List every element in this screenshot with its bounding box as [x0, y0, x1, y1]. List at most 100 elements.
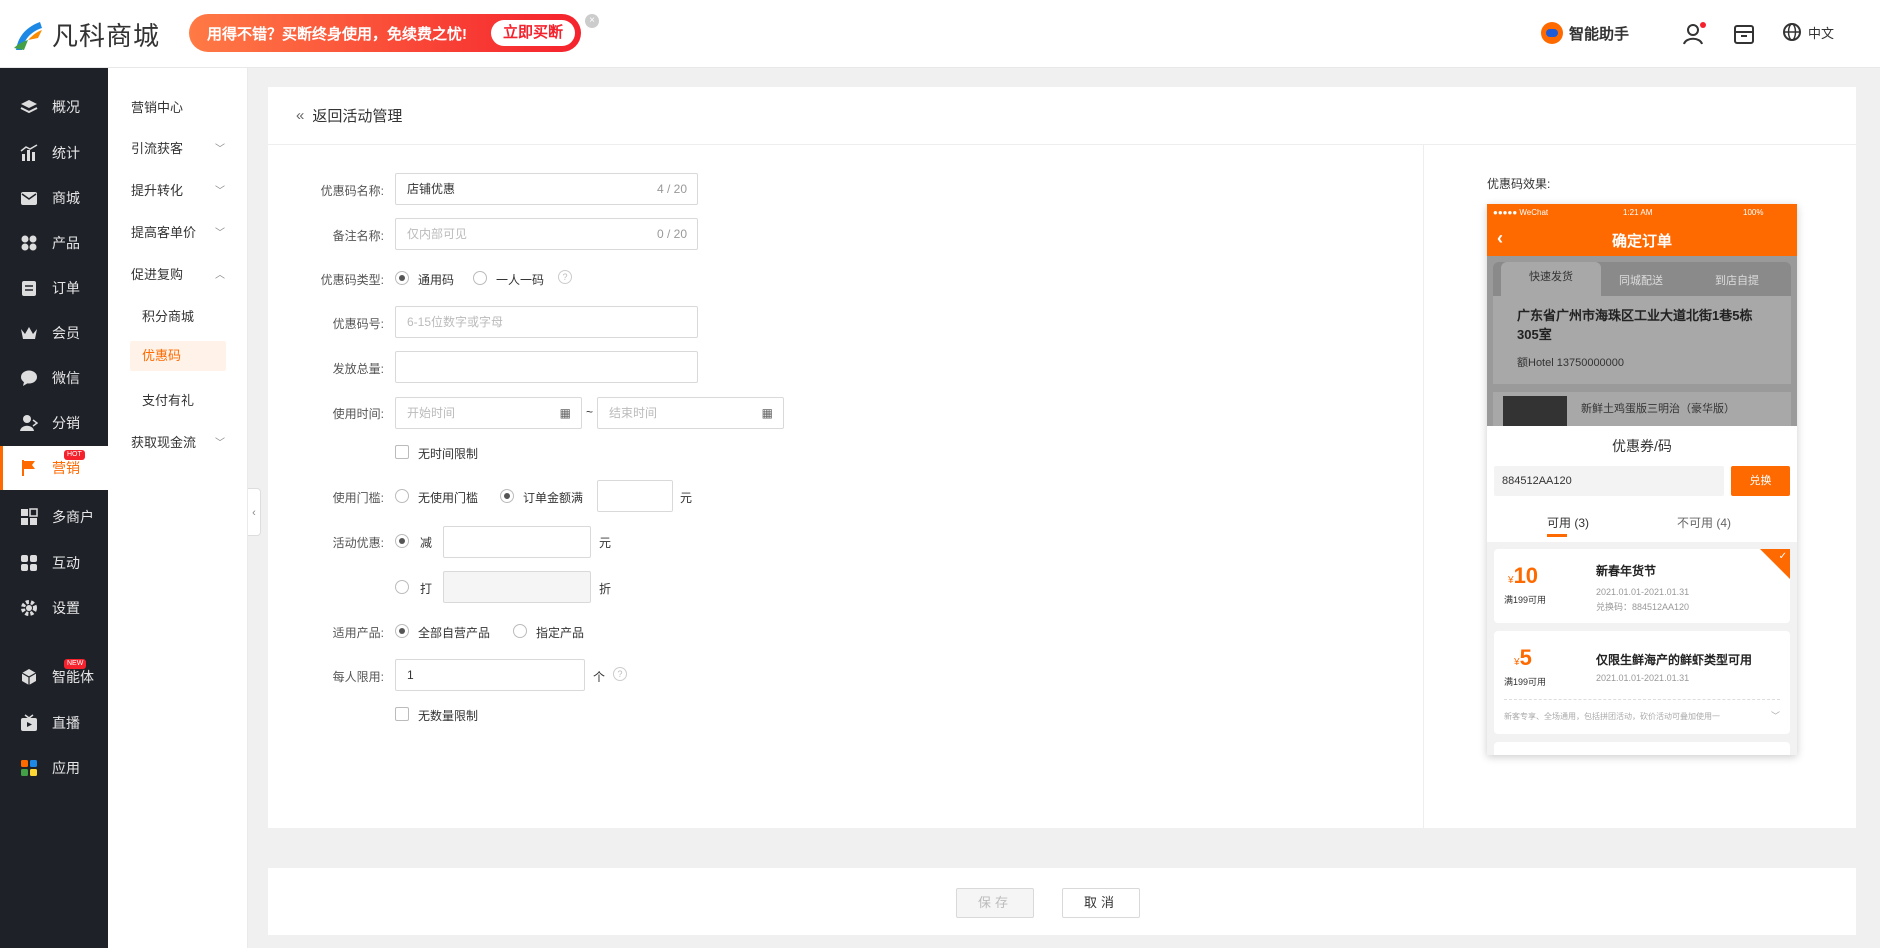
no-time-limit-checkbox[interactable]: [395, 445, 409, 459]
submenu-item-pay-gift[interactable]: 支付有礼: [142, 390, 194, 409]
save-button[interactable]: 保存: [956, 888, 1034, 918]
discount-rate-radio[interactable]: [395, 580, 409, 594]
sidebar-item-marketing[interactable]: 营销 HOT: [0, 446, 108, 490]
delivery-tab: 同城配送: [1619, 275, 1663, 287]
start-time-input[interactable]: 开始时间 ▦: [395, 397, 582, 429]
help-icon[interactable]: ?: [558, 270, 572, 284]
remark-input[interactable]: 仅内部可见 0 / 20: [395, 218, 698, 250]
specific-products-radio[interactable]: [513, 624, 527, 638]
cube-icon: [20, 668, 38, 686]
submenu-center[interactable]: 营销中心: [131, 97, 183, 116]
end-time-input[interactable]: 结束时间 ▦: [597, 397, 784, 429]
user-share-icon: [20, 414, 39, 432]
sheet-title: 优惠券/码: [1612, 438, 1672, 454]
sidebar-item-mall[interactable]: 商城: [0, 176, 108, 220]
chevron-down-icon: ﹀: [215, 228, 225, 239]
coupon-card[interactable]: [1494, 742, 1790, 755]
code-input[interactable]: 884512AA120: [1494, 466, 1724, 496]
smart-assistant[interactable]: 智能助手: [1541, 22, 1629, 44]
sidebar-item-live[interactable]: 直播: [0, 701, 108, 745]
threshold-label: 使用门槛:: [332, 491, 384, 505]
divider: [1423, 144, 1424, 828]
threshold-amount-input[interactable]: [597, 480, 673, 512]
per-user-limit-input[interactable]: 1: [395, 659, 585, 691]
sidebar-item-products[interactable]: 产品: [0, 221, 108, 265]
char-count: 0 / 20: [656, 227, 687, 241]
sidebar-item-members[interactable]: 会员: [0, 311, 108, 355]
coupon-condition: 满199可用: [1504, 677, 1547, 687]
marketing-submenu: 营销中心 引流获客 ﹀ 提升转化 ﹀ 提高客单价 ﹀ 促进复购 ︿ 积分商城 优…: [108, 68, 248, 948]
phone-page-title: 确定订单: [1611, 233, 1672, 250]
back-link[interactable]: « 返回活动管理: [296, 105, 402, 126]
sidebar-item-wechat[interactable]: 微信: [0, 356, 108, 400]
status-battery: 100%: [1743, 208, 1764, 217]
yuan-unit: 元: [599, 536, 612, 550]
time-label: 使用时间:: [332, 407, 384, 421]
status-carrier: ●●●●● WeChat: [1493, 208, 1549, 217]
tab-available[interactable]: 可用 (3): [1547, 514, 1589, 531]
submenu-item-points-mall[interactable]: 积分商城: [142, 306, 194, 325]
coupon-sheet-header: 优惠券/码 884512AA120 兑换 可用 (3) 不可用 (4): [1487, 426, 1797, 542]
sidebar-item-interact[interactable]: 互动: [0, 541, 108, 585]
apps-color-icon: [20, 759, 38, 777]
coupon-code-input[interactable]: 6-15位数字或字母: [395, 306, 698, 338]
sidebar-item-overview[interactable]: 概况: [0, 85, 108, 129]
order-amount-radio[interactable]: [500, 489, 514, 503]
sidebar-item-stats[interactable]: 统计: [0, 131, 108, 175]
submenu-group-cashflow[interactable]: 获取现金流: [131, 432, 196, 451]
coupon-note: 新客专享、全场通用，包括拼团活动，砍价活动可叠加使用一: [1504, 712, 1720, 721]
sidebar-item-distribution[interactable]: 分销: [0, 401, 108, 445]
cancel-button[interactable]: 取消: [1062, 888, 1140, 918]
minus-amount-input[interactable]: [443, 526, 591, 558]
sidebar-item-multi-merchant[interactable]: 多商户: [0, 495, 108, 539]
language-switch[interactable]: 中文: [1782, 22, 1834, 42]
coupon-name-input[interactable]: 店铺优惠 4 / 20: [395, 173, 698, 205]
coupon-name: 新春年货节: [1596, 564, 1657, 578]
submenu-item-coupon-code[interactable]: 优惠码: [130, 341, 226, 371]
sidebar-item-settings[interactable]: 设置: [0, 586, 108, 630]
phone-preview: ●●●●● WeChat 1:21 AM 100% ‹ 确定订单 快速发货 同城…: [1487, 204, 1797, 755]
logo[interactable]: 凡科商城: [12, 16, 160, 53]
discount-rate-input[interactable]: [443, 571, 591, 603]
collapse-submenu-toggle[interactable]: ‹: [248, 488, 261, 536]
type-general-label: 通用码: [418, 273, 455, 287]
discount-label: 活动优惠:: [332, 536, 384, 550]
address-block: 广东省广州市海珠区工业大道北街1巷5栋305室 额Hotel 137500000…: [1493, 296, 1791, 384]
promo-banner[interactable]: 用得不错？买断终身使用，免续费之忧! 立即买断: [189, 14, 581, 52]
no-threshold-radio[interactable]: [395, 489, 409, 503]
discount-minus-radio[interactable]: [395, 534, 409, 548]
submenu-group-repurchase[interactable]: 促进复购: [131, 264, 183, 283]
type-one-per-user-radio[interactable]: [473, 271, 487, 285]
promo-close-icon[interactable]: ×: [585, 14, 599, 28]
coupon-card[interactable]: ✓ ¥10 满199可用 新春年货节 2021.01.01-2021.01.31…: [1494, 549, 1790, 623]
all-products-radio[interactable]: [395, 624, 409, 638]
type-general-radio[interactable]: [395, 271, 409, 285]
code-label: 优惠码号:: [332, 317, 384, 331]
total-quantity-input[interactable]: [395, 351, 698, 383]
status-time: 1:21 AM: [1623, 208, 1653, 217]
buy-now-button[interactable]: 立即买断: [490, 20, 575, 46]
coupon-card[interactable]: ¥5 满199可用 仅限生鲜海产的鲜虾类型可用 2021.01.01-2021.…: [1494, 631, 1790, 734]
submenu-group-order-value[interactable]: 提高客单价: [131, 222, 196, 241]
char-count: 4 / 20: [656, 182, 687, 196]
gear-icon: [20, 599, 38, 617]
redeem-button[interactable]: 兑换: [1731, 466, 1790, 496]
flag-icon: [20, 459, 38, 477]
assistant-label: 智能助手: [1569, 25, 1630, 43]
tab-unavailable[interactable]: 不可用 (4): [1677, 514, 1731, 531]
chevron-down-icon[interactable]: ﹀: [1771, 709, 1780, 722]
sidebar-item-orders[interactable]: 订单: [0, 266, 108, 310]
chart-icon: [20, 144, 38, 162]
user-icon[interactable]: [1682, 22, 1706, 46]
submenu-group-conversion[interactable]: 提升转化: [131, 180, 183, 199]
no-qty-limit-checkbox[interactable]: [395, 707, 409, 721]
sidebar-item-apps[interactable]: 应用: [0, 746, 108, 790]
chevron-down-icon: ﹀: [215, 144, 225, 155]
goods-name: 新鲜土鸡蛋版三明治（豪华版）: [1581, 403, 1735, 415]
submenu-group-traffic[interactable]: 引流获客: [131, 138, 226, 157]
shop-icon[interactable]: [1732, 22, 1756, 46]
sidebar-item-agent[interactable]: 智能体 NEW: [0, 655, 108, 699]
discount-minus-label: 减: [420, 536, 433, 550]
help-icon[interactable]: ?: [613, 667, 627, 681]
wechat-icon: [20, 369, 38, 387]
